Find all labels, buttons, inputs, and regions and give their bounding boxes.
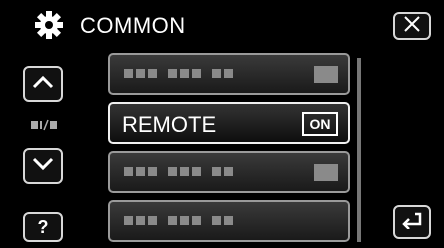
menu-item-label: REMOTE — [122, 112, 217, 137]
menu-item[interactable] — [108, 151, 350, 193]
close-button[interactable] — [393, 12, 431, 40]
placeholder-value — [314, 66, 338, 83]
menu-item[interactable] — [108, 200, 350, 242]
scroll-down-button[interactable] — [23, 148, 63, 184]
scroll-up-button[interactable] — [23, 66, 63, 102]
placeholder-label — [124, 167, 233, 176]
placeholder-label — [124, 216, 233, 225]
display-mode-icon[interactable] — [30, 119, 58, 134]
back-button[interactable] — [393, 205, 431, 239]
chevron-up-icon — [32, 75, 54, 94]
close-icon — [403, 15, 421, 37]
scrollbar[interactable] — [357, 58, 361, 242]
return-icon — [401, 211, 423, 234]
menu-item-remote[interactable]: REMOTE ON — [108, 102, 350, 144]
placeholder-label — [124, 69, 233, 78]
gear-icon — [34, 10, 64, 40]
page-title: COMMON — [80, 13, 186, 38]
status-badge: ON — [302, 112, 338, 136]
help-button[interactable]: ? — [23, 212, 63, 242]
menu-item[interactable] — [108, 53, 350, 95]
chevron-down-icon — [32, 157, 54, 176]
placeholder-value — [314, 164, 338, 181]
